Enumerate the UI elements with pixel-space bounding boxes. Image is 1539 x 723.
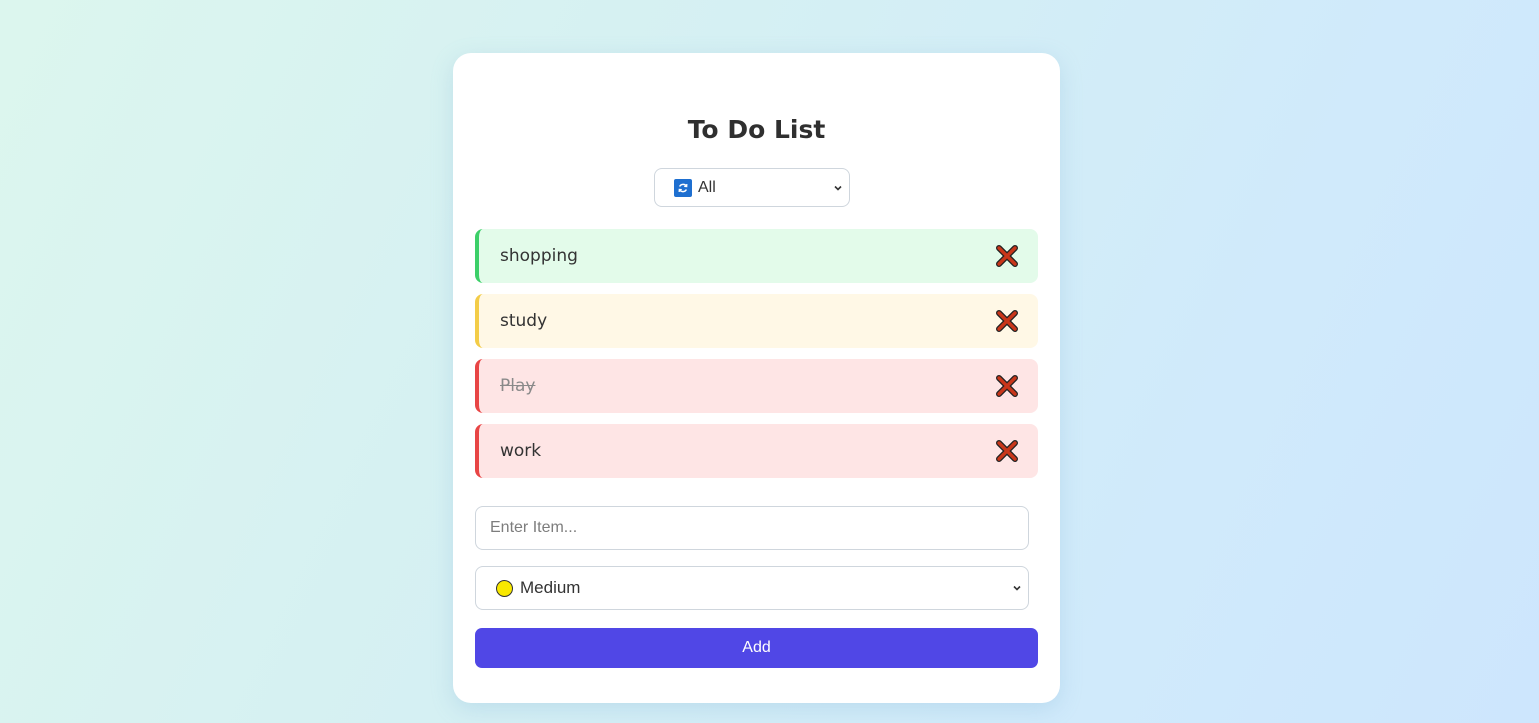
priority-select[interactable]: Medium [475, 566, 1029, 610]
todo-card: To Do List All shopping study Play work … [453, 53, 1060, 703]
filter-select-value: All [698, 178, 716, 196]
add-button[interactable]: Add [475, 628, 1038, 668]
yellow-circle-icon [496, 579, 513, 597]
todo-list: shopping study Play work [475, 229, 1038, 489]
refresh-icon [674, 178, 692, 197]
page-title: To Do List [687, 115, 826, 144]
new-item-input[interactable] [475, 506, 1029, 550]
delete-x-icon[interactable] [995, 439, 1019, 463]
todo-item[interactable]: Play [475, 359, 1038, 413]
delete-x-icon[interactable] [995, 309, 1019, 333]
todo-item-text: work [500, 441, 542, 461]
todo-item-text: study [500, 311, 548, 331]
delete-x-icon[interactable] [995, 374, 1019, 398]
chevron-down-icon [833, 183, 843, 193]
todo-item[interactable]: study [475, 294, 1038, 348]
priority-select-value: Medium [520, 578, 581, 597]
todo-item-text-completed: Play [500, 376, 536, 396]
todo-item[interactable]: shopping [475, 229, 1038, 283]
todo-item-text: shopping [500, 246, 578, 266]
todo-item[interactable]: work [475, 424, 1038, 478]
delete-x-icon[interactable] [995, 244, 1019, 268]
chevron-down-icon [1012, 583, 1022, 593]
filter-select[interactable]: All [654, 168, 850, 207]
